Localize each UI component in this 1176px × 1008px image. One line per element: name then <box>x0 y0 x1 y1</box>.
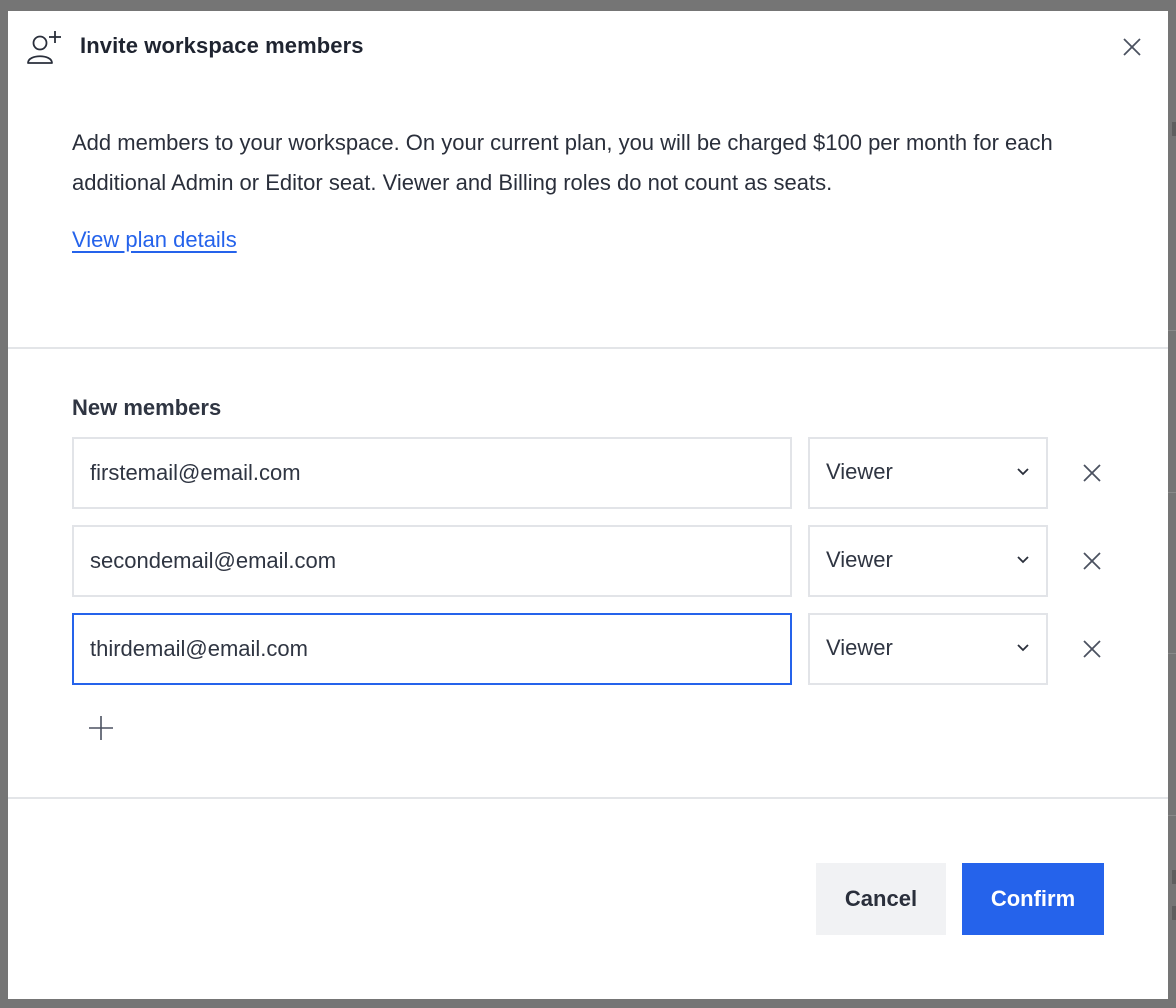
role-dropdown[interactable]: Viewer <box>808 437 1048 509</box>
backdrop-text-fragment <box>1172 870 1176 884</box>
remove-member-icon[interactable] <box>1080 549 1104 573</box>
email-field[interactable] <box>72 525 792 597</box>
member-row: Viewer <box>72 525 1112 597</box>
member-row: Viewer <box>72 437 1112 509</box>
new-members-label: New members <box>72 395 222 420</box>
role-dropdown[interactable]: Viewer <box>808 613 1048 685</box>
role-value: Viewer <box>826 459 893 484</box>
add-member-plus-icon[interactable] <box>88 715 114 741</box>
role-dropdown[interactable]: Viewer <box>808 525 1048 597</box>
dialog-intro: Add members to your workspace. On your c… <box>72 123 1082 253</box>
chevron-down-icon <box>1017 556 1029 564</box>
chevron-down-icon <box>1017 468 1029 476</box>
cancel-button[interactable]: Cancel <box>816 863 946 935</box>
section-divider <box>8 347 1168 349</box>
confirm-button[interactable]: Confirm <box>962 863 1104 935</box>
dialog-title: Invite workspace members <box>80 33 364 58</box>
email-field[interactable] <box>72 613 792 685</box>
role-value: Viewer <box>826 635 893 660</box>
member-row: Viewer <box>72 613 1112 685</box>
close-icon[interactable] <box>1120 35 1144 59</box>
backdrop-text-fragment <box>1172 122 1176 136</box>
email-field[interactable] <box>72 437 792 509</box>
add-person-icon <box>27 31 61 64</box>
dialog-header: Invite workspace members <box>8 11 1168 83</box>
invite-members-dialog: Invite workspace members Add members to … <box>8 11 1168 999</box>
remove-member-icon[interactable] <box>1080 461 1104 485</box>
chevron-down-icon <box>1017 644 1029 652</box>
remove-member-icon[interactable] <box>1080 637 1104 661</box>
backdrop-text-fragment <box>1172 906 1176 920</box>
view-plan-details-link[interactable]: View plan details <box>72 227 237 253</box>
section-divider <box>8 797 1168 799</box>
role-value: Viewer <box>826 547 893 572</box>
plan-description: Add members to your workspace. On your c… <box>72 130 1053 195</box>
